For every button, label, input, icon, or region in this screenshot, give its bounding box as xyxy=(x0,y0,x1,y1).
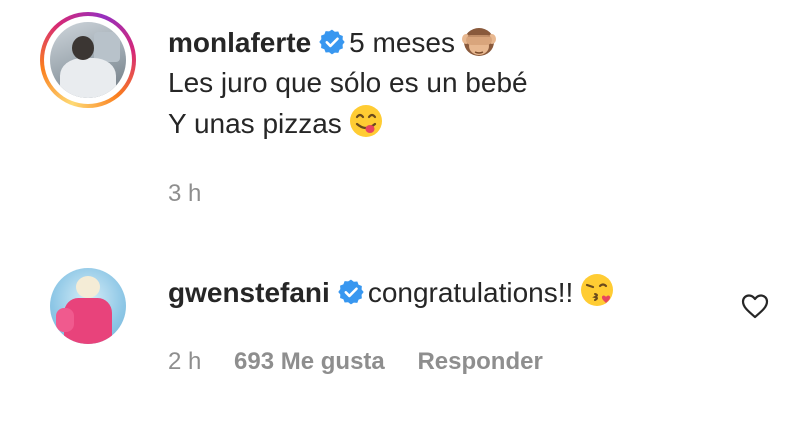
story-ring[interactable] xyxy=(40,12,136,108)
avatar[interactable] xyxy=(50,22,126,98)
verified-badge-icon xyxy=(338,279,364,305)
comment-text: 5 meses xyxy=(349,27,455,58)
avatar[interactable] xyxy=(50,268,126,344)
username[interactable]: monlaferte xyxy=(168,27,311,58)
comment-text-line-2: Les juro que sólo es un bebé xyxy=(168,67,528,98)
timestamp[interactable]: 2 h xyxy=(168,348,201,375)
face-blowing-kiss-emoji xyxy=(581,274,614,306)
heart-icon[interactable] xyxy=(740,292,770,320)
comment-body: monlaferte 5 meses Les juro que sólo es u… xyxy=(168,22,528,144)
face-savoring-food-emoji xyxy=(349,105,382,137)
comment-body: gwenstefani congratulations!! xyxy=(168,272,615,313)
comment-meta: 2 h 693 Me gusta Responder xyxy=(168,348,569,376)
reply-button[interactable]: Responder xyxy=(417,348,542,375)
username[interactable]: gwenstefani xyxy=(168,277,330,308)
see-no-evil-monkey-emoji xyxy=(461,28,496,56)
likes-count-button[interactable]: 693 Me gusta xyxy=(234,348,385,375)
comment-text-line-3: Y unas pizzas xyxy=(168,108,342,139)
comment-gwenstefani: gwenstefani congratulations!! 2 h 693 Me … xyxy=(0,250,800,420)
timestamp[interactable]: 3 h xyxy=(168,180,201,207)
comment-monlaferte: monlaferte 5 meses Les juro que sólo es u… xyxy=(0,0,800,230)
comment-meta: 3 h xyxy=(168,180,227,208)
verified-badge-icon xyxy=(319,29,345,55)
comment-text: congratulations!! xyxy=(367,277,574,308)
